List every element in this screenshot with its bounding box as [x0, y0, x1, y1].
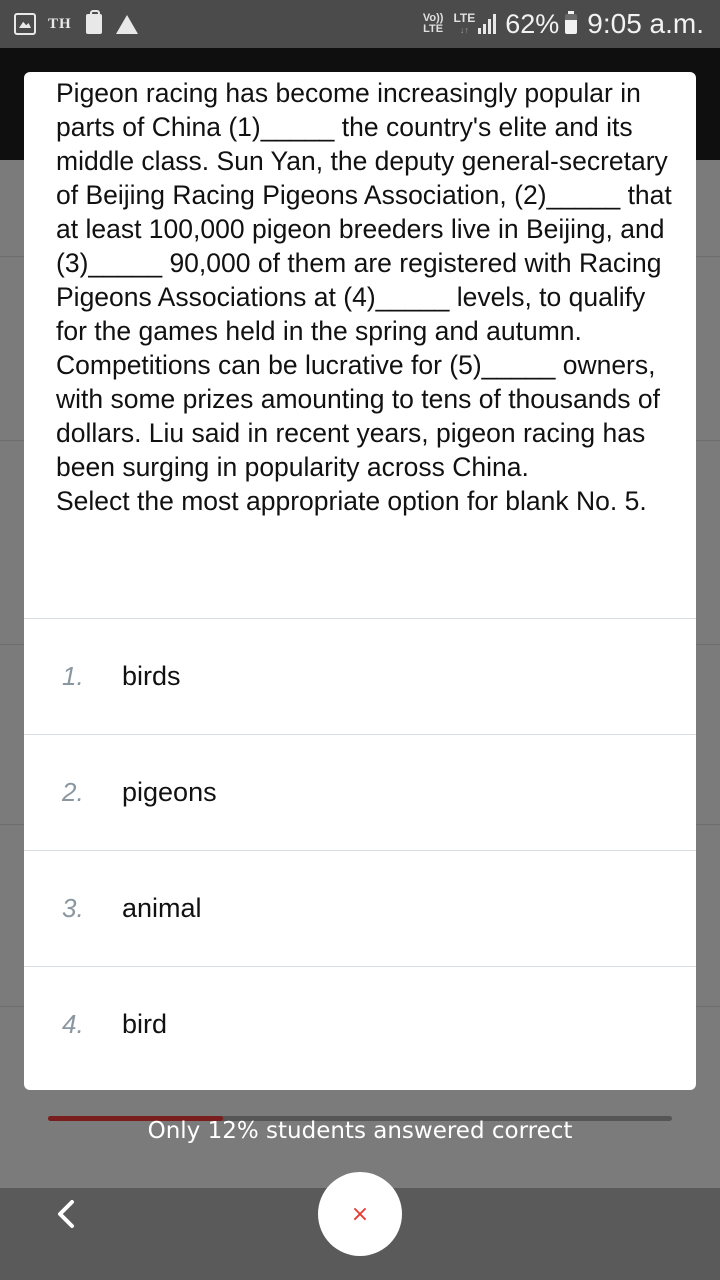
gallery-icon: [14, 13, 36, 35]
option-4[interactable]: 4. bird: [24, 966, 696, 1082]
option-number: 3.: [62, 893, 84, 923]
status-bar: TH Vo)) LTE LTE ↓↑ 62% 9:05 a.m.: [0, 0, 720, 48]
battery-percent: 62%: [505, 8, 560, 39]
question-card: Pigeon racing has become increasingly po…: [24, 72, 696, 1090]
signal-icon: [478, 14, 497, 34]
shopping-bag-icon: [85, 10, 102, 34]
option-3[interactable]: 3. animal: [24, 850, 696, 966]
option-1[interactable]: 1. birds: [24, 618, 696, 734]
answer-options: 1. birds 2. pigeons 3. animal 4. bird: [24, 618, 696, 1082]
clock: 9:05 a.m.: [587, 8, 704, 39]
drive-icon: [115, 14, 138, 34]
answer-stat-text: Only 12% students answered correct: [147, 1118, 573, 1144]
option-number: 2.: [62, 777, 84, 807]
option-label: pigeons: [122, 777, 217, 807]
option-label: bird: [122, 1009, 168, 1039]
close-icon: ×: [350, 1201, 370, 1227]
option-label: birds: [122, 661, 181, 691]
volte-indicator: Vo)) LTE: [423, 13, 444, 35]
question-passage: Pigeon racing has become increasingly po…: [56, 78, 672, 482]
lte-indicator: LTE ↓↑: [453, 12, 475, 36]
question-prompt: Select the most appropriate option for b…: [56, 486, 647, 516]
volte-bottom-text: LTE: [423, 23, 444, 35]
lte-arrows-text: ↓↑: [459, 25, 469, 35]
option-number: 1.: [62, 661, 84, 691]
chevron-left-icon[interactable]: [50, 1196, 82, 1232]
close-button[interactable]: ×: [318, 1172, 402, 1256]
battery-icon: [565, 11, 578, 34]
option-number: 4.: [62, 1009, 84, 1039]
option-label: animal: [122, 893, 202, 923]
carrier-badge: TH: [48, 15, 72, 32]
option-2[interactable]: 2. pigeons: [24, 734, 696, 850]
lte-top-text: LTE: [453, 11, 476, 25]
question-block: Pigeon racing has become increasingly po…: [24, 72, 696, 614]
